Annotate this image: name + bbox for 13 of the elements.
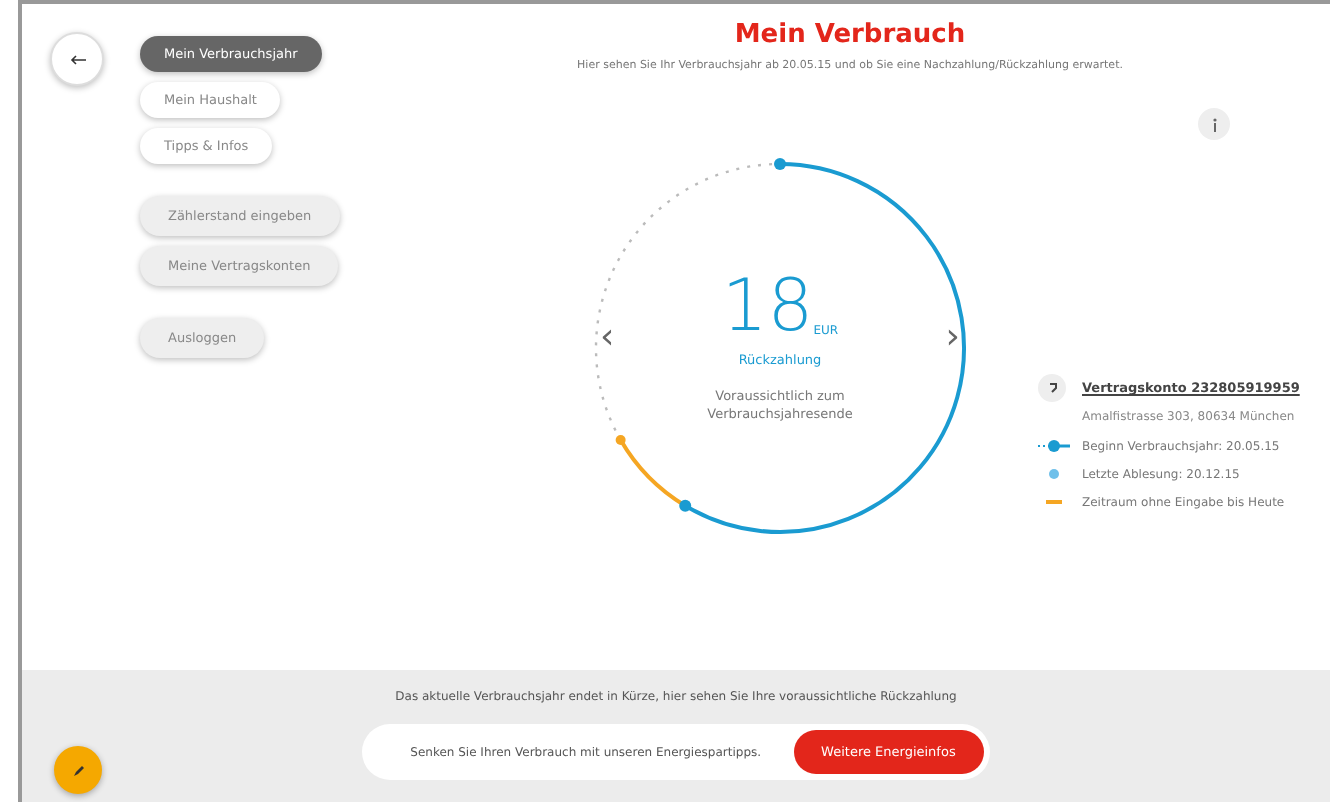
start-dot xyxy=(774,158,786,170)
amount-value: 18 xyxy=(721,271,814,344)
edit-button[interactable] xyxy=(54,746,102,794)
pencil-icon xyxy=(71,763,85,777)
back-arrow-icon xyxy=(69,53,85,65)
end-dot xyxy=(615,435,626,445)
no-input-arc xyxy=(619,438,687,508)
reading-dot xyxy=(679,499,692,512)
back-button[interactable] xyxy=(50,32,104,86)
next-button[interactable]: › xyxy=(945,316,960,358)
previous-button[interactable]: ‹ xyxy=(600,316,615,358)
info-icon[interactable] xyxy=(1198,108,1230,140)
page-title: Mein Verbrauch xyxy=(734,20,966,50)
